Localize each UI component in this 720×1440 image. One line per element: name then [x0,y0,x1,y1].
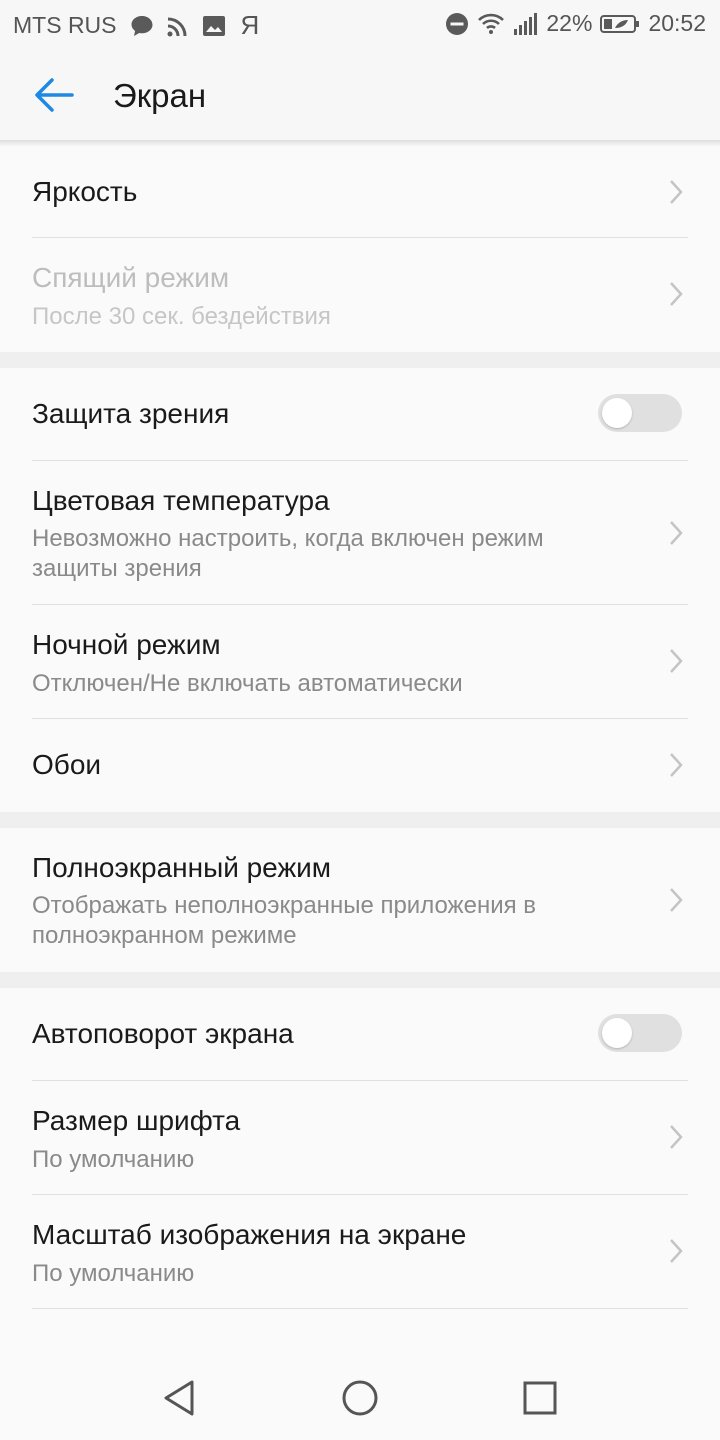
item-subtitle: Отключен/Не включать автоматически [32,670,463,697]
settings-group-brightness: Яркость Спящий режим После 30 сек. безде… [0,146,720,352]
image-icon [201,13,227,39]
battery-percent: 22% [546,10,593,36]
item-title: Автоповорот экрана [32,1018,294,1049]
chevron-right-icon [668,751,684,779]
settings-group-fullscreen: Полноэкранный режим Отображать неполноэк… [0,828,720,972]
group-separator [0,352,720,368]
message-icon [129,13,155,39]
sleep-item[interactable]: Спящий режим После 30 сек. бездействия [32,238,688,352]
item-title: Яркость [32,176,138,207]
page-title: Экран [113,77,207,114]
item-title: Обои [32,749,102,780]
item-title: Спящий режим [32,262,230,293]
group-separator [0,812,720,828]
item-title: Полноэкранный режим [32,852,332,883]
color-temperature-item[interactable]: Цветовая температура Невозможно настроит… [32,461,688,604]
auto-rotate-toggle[interactable] [598,1014,682,1052]
wifi-icon [478,11,505,37]
toggle-knob [602,1018,632,1048]
app-bar: Экран [0,50,720,140]
carrier-label: MTS RUS [13,12,117,38]
item-title: Цветовая температура [32,485,330,516]
home-circle-icon[interactable] [340,1378,380,1418]
item-title: Размер шрифта [32,1105,241,1136]
signal-icon [512,11,538,37]
chevron-right-icon [668,1123,684,1151]
display-scale-item[interactable]: Масштаб изображения на экране По умолчан… [32,1195,688,1308]
eye-comfort-toggle[interactable] [598,394,682,432]
navigation-bar [0,1350,720,1440]
recents-square-icon[interactable] [520,1378,560,1418]
fullscreen-item[interactable]: Полноэкранный режим Отображать неполноэк… [32,828,688,972]
battery-icon [600,11,640,37]
item-title: Защита зрения [32,398,230,429]
back-triangle-icon[interactable] [160,1378,200,1418]
chevron-right-icon [668,280,684,308]
auto-rotate-item[interactable]: Автоповорот экрана [32,988,688,1080]
font-size-item[interactable]: Размер шрифта По умолчанию [32,1081,688,1194]
status-bar: MTS RUS Я 22% 20:52 [0,0,720,50]
item-subtitle: После 30 сек. бездействия [32,303,331,330]
status-left: MTS RUS Я [13,10,259,41]
brightness-item[interactable]: Яркость [32,146,688,238]
divider [32,1308,688,1309]
item-subtitle: По умолчанию [32,1260,195,1287]
item-subtitle: По умолчанию [32,1146,195,1173]
arrow-left-icon [35,78,74,112]
do-not-disturb-icon [444,11,470,37]
yandex-icon: Я [240,10,260,40]
item-subtitle: Невозможно настроить, когда включен режи… [32,525,544,582]
chevron-right-icon [668,519,684,547]
wallpaper-item[interactable]: Обои [32,719,688,812]
night-mode-item[interactable]: Ночной режим Отключен/Не включать автома… [32,605,688,718]
item-title: Ночной режим [32,629,221,660]
chevron-right-icon [668,886,684,914]
clock: 20:52 [648,10,706,36]
group-separator [0,972,720,988]
cast-icon [165,13,191,39]
settings-group-eye: Защита зрения Цветовая температура Невоз… [0,368,720,812]
toggle-knob [602,398,632,428]
settings-group-rotation: Автоповорот экрана Размер шрифта По умол… [0,988,720,1350]
eye-comfort-item[interactable]: Защита зрения [32,368,688,460]
chevron-right-icon [668,1237,684,1265]
chevron-right-icon [668,647,684,675]
item-subtitle: Отображать неполноэкранные приложения в … [32,892,537,949]
status-right: 22% 20:52 [444,10,706,37]
item-title: Масштаб изображения на экране [32,1219,467,1250]
back-button[interactable] [28,72,80,118]
chevron-right-icon [668,178,684,206]
